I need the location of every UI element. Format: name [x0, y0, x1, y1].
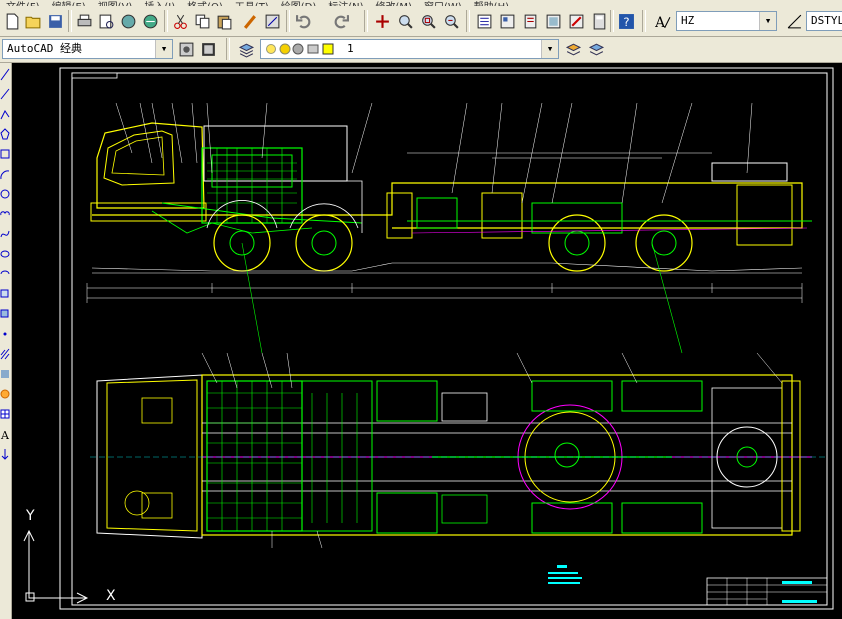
polygon-icon[interactable] — [0, 127, 10, 141]
spline-icon[interactable] — [0, 227, 10, 241]
chevron-down-icon[interactable]: ▾ — [155, 40, 172, 58]
multiline-text-icon[interactable]: A — [0, 427, 10, 442]
chevron-down-icon[interactable]: ▾ — [759, 12, 776, 30]
help-icon[interactable]: ? — [616, 11, 636, 31]
ucs-scroll-icon[interactable] — [0, 447, 10, 461]
workspace-combo[interactable]: AutoCAD 经典 ▾ — [2, 39, 173, 59]
circle-icon[interactable] — [0, 187, 10, 201]
ucs-y-label: Y — [26, 508, 35, 524]
chevron-down-icon[interactable]: ▾ — [541, 40, 558, 58]
undo-icon[interactable] — [294, 11, 314, 31]
zoom-realtime-icon[interactable] — [395, 11, 415, 31]
standard-toolbar: ? A HZ ▾ DSTYL — [0, 6, 842, 37]
rectangle-icon[interactable] — [0, 147, 10, 161]
frame-tag — [71, 72, 118, 79]
zoom-window-icon[interactable] — [418, 11, 438, 31]
plan-view — [90, 352, 827, 549]
svg-text:?: ? — [623, 14, 629, 28]
dim-style-value: DSTYL — [811, 14, 842, 27]
dim-style-combo[interactable]: DSTYL — [806, 11, 842, 31]
ellipse-icon[interactable] — [0, 247, 10, 261]
plot-icon[interactable] — [74, 11, 94, 31]
new-file-icon[interactable] — [2, 11, 22, 31]
design-center-icon[interactable] — [497, 11, 517, 31]
draw-toolbar: A — [0, 63, 12, 619]
text-style-combo[interactable]: HZ ▾ — [676, 11, 777, 31]
dim-style-icon[interactable] — [784, 11, 804, 31]
svg-text:A: A — [654, 14, 666, 29]
ellipse-arc-icon[interactable] — [0, 267, 10, 281]
notes-block — [548, 565, 582, 584]
cad-drawing — [23, 67, 834, 610]
insert-block-icon[interactable] — [0, 287, 10, 301]
open-file-icon[interactable] — [23, 11, 43, 31]
hatch-icon[interactable] — [0, 347, 10, 361]
etransmit-icon[interactable] — [140, 11, 160, 31]
redo-icon[interactable] — [330, 11, 350, 31]
construction-line-icon[interactable] — [0, 87, 10, 101]
pan-icon[interactable] — [372, 11, 392, 31]
make-block-icon[interactable] — [0, 307, 10, 321]
match-properties-icon[interactable] — [240, 11, 260, 31]
region-icon[interactable] — [0, 387, 10, 401]
text-style-value: HZ — [681, 14, 695, 27]
title-block — [706, 577, 828, 606]
cut-icon[interactable] — [170, 11, 190, 31]
side-elevation-view — [71, 102, 812, 354]
workspace-value: AutoCAD 经典 — [7, 42, 82, 55]
polyline-icon[interactable] — [0, 107, 10, 121]
layer-state-icons — [266, 43, 334, 55]
markup-icon[interactable] — [566, 11, 586, 31]
text-style-icon[interactable]: A — [652, 11, 672, 31]
revision-cloud-icon[interactable] — [0, 207, 10, 221]
layers-toolbar: AutoCAD 经典 ▾ 1 ▾ — [0, 37, 842, 63]
block-editor-icon[interactable] — [262, 11, 282, 31]
plot-preview-icon[interactable] — [96, 11, 116, 31]
drawing-area[interactable]: Y X — [12, 63, 842, 619]
gradient-icon[interactable] — [0, 367, 10, 381]
zoom-previous-icon[interactable] — [441, 11, 461, 31]
tool-palettes-icon[interactable] — [520, 11, 540, 31]
table-icon[interactable] — [0, 407, 10, 421]
layer-combo[interactable]: 1 ▾ — [260, 39, 559, 59]
ucs-icon — [23, 529, 89, 604]
publish-icon[interactable] — [118, 11, 138, 31]
sheet-set-icon[interactable] — [543, 11, 563, 31]
line-icon[interactable] — [0, 67, 10, 81]
make-object-layer-current-icon[interactable] — [563, 39, 583, 59]
layer-properties-icon[interactable] — [236, 39, 256, 59]
copy-icon[interactable] — [192, 11, 212, 31]
point-icon[interactable] — [0, 327, 10, 341]
svg-text:A: A — [0, 429, 10, 441]
layer-previous-icon[interactable] — [586, 39, 606, 59]
my-workspace-icon[interactable] — [198, 39, 218, 59]
calculator-icon[interactable] — [589, 11, 609, 31]
save-icon[interactable] — [45, 11, 65, 31]
workspace-settings-icon[interactable] — [176, 39, 196, 59]
ucs-x-label: X — [106, 588, 116, 604]
properties-icon[interactable] — [474, 11, 494, 31]
paste-icon[interactable] — [214, 11, 234, 31]
layer-value: 1 — [347, 42, 354, 55]
arc-icon[interactable] — [0, 167, 10, 181]
